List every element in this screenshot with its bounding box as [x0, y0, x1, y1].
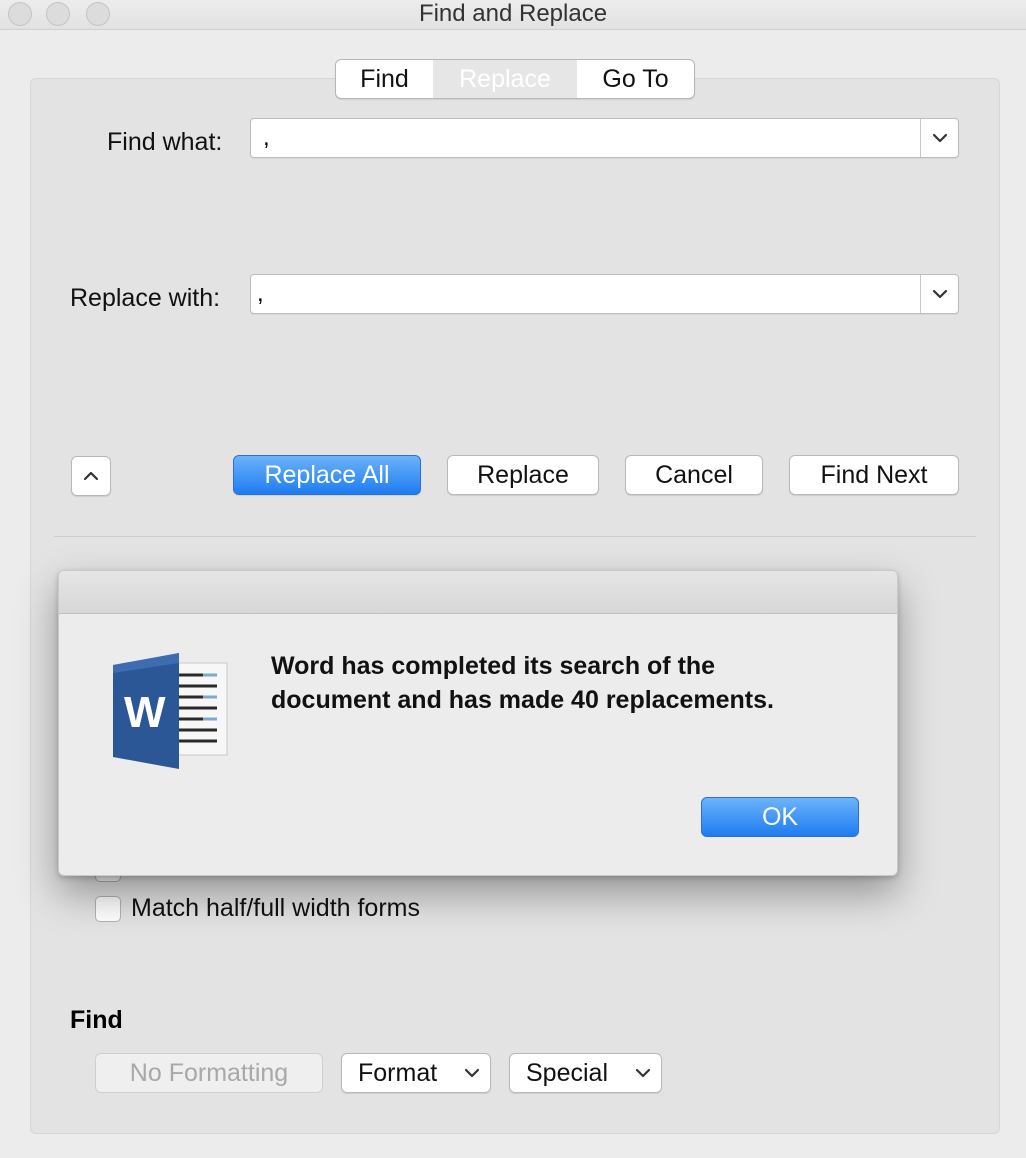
completion-alert: W Word has completed its search of the d… [58, 570, 898, 876]
title-bar: Find and Replace [0, 0, 1026, 30]
divider [54, 536, 976, 537]
replace-with-combo [250, 274, 959, 314]
chevron-down-icon [932, 289, 947, 299]
special-popup[interactable]: Special [509, 1053, 662, 1093]
tab-bar: Find Replace Go To [335, 59, 695, 99]
replace-all-button[interactable]: Replace All [233, 455, 421, 495]
svg-text:W: W [124, 688, 166, 737]
match-half-full-width-label: Match half/full width forms [131, 894, 420, 922]
format-popup-label: Format [358, 1058, 438, 1087]
chevron-down-icon [932, 133, 947, 143]
tab-replace[interactable]: Replace [433, 60, 577, 98]
ok-button[interactable]: OK [701, 797, 859, 837]
chevron-down-icon [464, 1068, 480, 1078]
find-section-title: Find [70, 1006, 123, 1034]
alert-title-bar [59, 571, 897, 614]
chevron-down-icon [635, 1068, 651, 1078]
word-app-icon: W [113, 653, 228, 769]
alert-message-line1: Word has completed its search of the [271, 652, 716, 680]
find-what-combo [250, 118, 959, 158]
replace-button[interactable]: Replace [447, 455, 599, 495]
find-what-label: Find what: [107, 128, 223, 156]
replace-with-input[interactable] [251, 275, 921, 313]
format-popup[interactable]: Format [341, 1053, 491, 1093]
alert-message: Word has completed its search of the doc… [271, 649, 871, 717]
alert-message-line2: document and has made 40 replacements. [271, 686, 774, 714]
no-formatting-button[interactable]: No Formatting [95, 1053, 323, 1093]
tab-go-to[interactable]: Go To [577, 60, 694, 98]
cancel-button[interactable]: Cancel [625, 455, 763, 495]
find-what-input[interactable] [251, 119, 921, 157]
replace-history-dropdown[interactable] [920, 275, 958, 313]
chevron-up-icon [83, 471, 99, 481]
replace-with-label: Replace with: [70, 284, 221, 312]
find-next-button[interactable]: Find Next [789, 455, 959, 495]
window-title: Find and Replace [418, 0, 608, 27]
collapse-options-button[interactable] [71, 456, 111, 496]
tab-find[interactable]: Find [336, 60, 433, 98]
find-history-dropdown[interactable] [920, 119, 958, 157]
special-popup-label: Special [526, 1058, 608, 1087]
match-half-full-width-checkbox[interactable] [95, 896, 121, 922]
